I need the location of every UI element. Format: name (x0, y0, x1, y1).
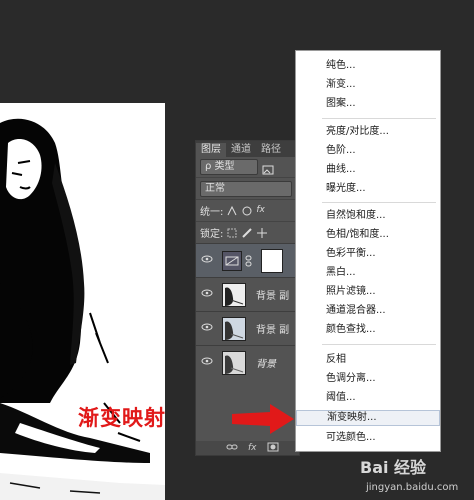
menu-item-gradient[interactable]: 渐变... (296, 77, 440, 93)
lock-label: 锁定: (200, 229, 224, 240)
tab-paths[interactable]: 路径 (256, 143, 286, 157)
menu-item-invert[interactable]: 反相 (296, 352, 440, 368)
unify-label: 统一: (200, 207, 224, 218)
menu-item-hue-saturation[interactable]: 色相/饱和度... (296, 227, 440, 243)
eye-icon[interactable] (196, 289, 218, 300)
menu-item-curves[interactable]: 曲线... (296, 162, 440, 178)
layer-thumbnail (222, 282, 246, 307)
red-arrow-icon (230, 402, 296, 440)
layer-background[interactable]: 背景 (196, 345, 299, 379)
layer-kind-filter[interactable]: ρ 类型 (200, 159, 258, 175)
menu-separator (322, 118, 436, 119)
unify-visibility-icon[interactable] (241, 205, 253, 217)
unify-position-icon[interactable] (226, 205, 238, 217)
tab-layers[interactable]: 图层 (196, 143, 226, 157)
menu-item-gradient-map[interactable]: 渐变映射... (296, 410, 440, 426)
menu-item-pattern[interactable]: 图案... (296, 96, 440, 112)
chain-link-icon[interactable] (245, 255, 257, 267)
lock-pixels-icon[interactable] (241, 227, 253, 239)
menu-item-color-balance[interactable]: 色彩平衡... (296, 246, 440, 262)
layer-name: 背景 副 (256, 325, 290, 336)
eye-icon[interactable] (196, 255, 218, 266)
menu-item-photo-filter[interactable]: 照片滤镜... (296, 284, 440, 300)
menu-item-black-white[interactable]: 黑白... (296, 265, 440, 281)
layer-adjustment[interactable] (196, 243, 299, 277)
layer-style-fx-button[interactable]: fx (248, 443, 257, 453)
unify-row: 统一: fx (196, 199, 299, 221)
tab-channels[interactable]: 通道 (226, 143, 256, 157)
add-mask-icon[interactable] (267, 442, 279, 455)
layer-name: 背景 (256, 359, 276, 370)
menu-item-channel-mixer[interactable]: 通道混合器... (296, 303, 440, 319)
menu-separator (322, 202, 436, 203)
menu-item-color-lookup[interactable]: 颜色查找... (296, 322, 440, 338)
lock-row: 锁定: (196, 221, 299, 243)
layer-filter-row: ρ 类型 (196, 157, 299, 178)
menu-separator (322, 344, 436, 345)
menu-item-brightness-contrast[interactable]: 亮度/对比度... (296, 124, 440, 140)
menu-item-selective-color[interactable]: 可选颜色... (296, 430, 440, 446)
menu-item-solid-color[interactable]: 纯色... (296, 58, 440, 74)
layer-mask-thumbnail[interactable] (261, 248, 283, 273)
layer-thumbnail (222, 350, 246, 375)
layer-thumbnail (222, 316, 246, 341)
menu-item-levels[interactable]: 色阶... (296, 143, 440, 159)
menu-item-vibrance[interactable]: 自然饱和度... (296, 208, 440, 224)
layer-background-copy[interactable]: 背景 副 (196, 311, 299, 345)
adjustment-layer-menu: 纯色... 渐变... 图案... 亮度/对比度... 色阶... 曲线... … (295, 50, 441, 452)
watermark-url: jingyan.baidu.com (366, 482, 459, 493)
watermark-brand: Bai 经验 (360, 458, 427, 477)
unify-style-icon[interactable]: fx (256, 205, 268, 217)
layers-panel-tabs: 图层 通道 路径 (196, 141, 299, 157)
blend-row: 正常 (196, 178, 299, 199)
lock-position-icon[interactable] (256, 227, 268, 239)
eye-icon[interactable] (196, 323, 218, 334)
baidu-jingyan-watermark: Bai 经验 jingyan.baidu.com (358, 452, 474, 500)
blend-mode-select[interactable]: 正常 (200, 180, 292, 197)
eye-icon[interactable] (196, 357, 218, 368)
image-filter-icon[interactable] (262, 161, 274, 175)
canvas-image (0, 103, 165, 500)
lock-transparent-icon[interactable] (226, 227, 238, 239)
menu-item-exposure[interactable]: 曝光度... (296, 181, 440, 197)
layers-panel-footer: fx (196, 441, 299, 455)
layer-background-copy-2[interactable]: 背景 副 (196, 277, 299, 311)
gradient-map-thumbnail (222, 250, 242, 271)
menu-item-posterize[interactable]: 色调分离... (296, 371, 440, 387)
menu-item-threshold[interactable]: 阈值... (296, 390, 440, 406)
layer-name: 背景 副 (256, 291, 290, 302)
annotation-label: 渐变映射 (78, 406, 166, 430)
link-layers-icon[interactable] (226, 443, 238, 454)
